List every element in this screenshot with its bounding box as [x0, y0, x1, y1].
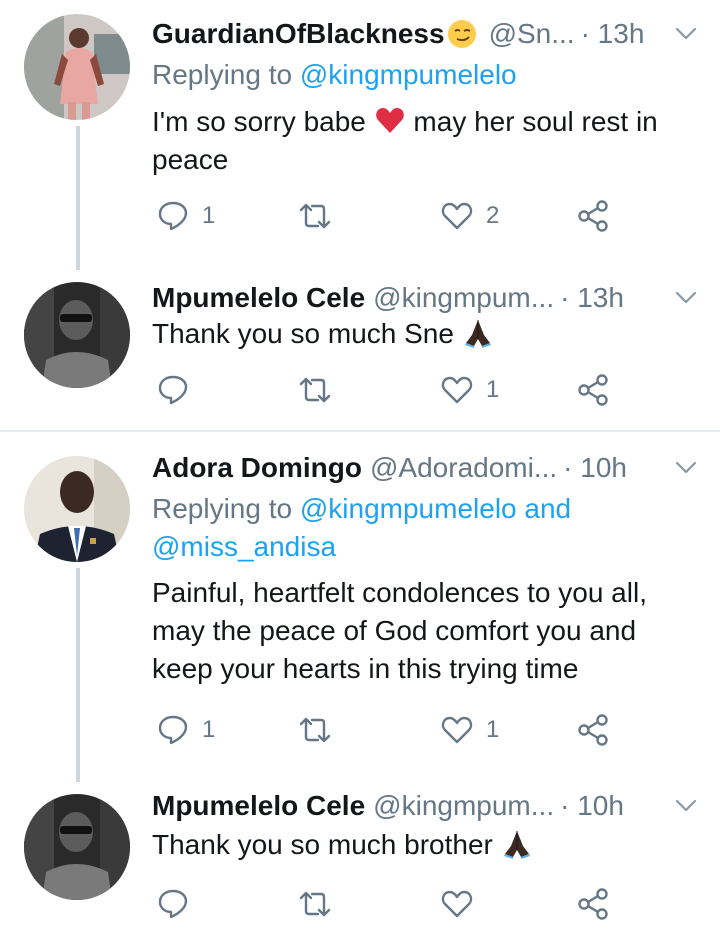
avatar[interactable]: [24, 456, 130, 562]
share-icon: [578, 200, 608, 232]
tweet-actions: 1 1: [152, 710, 632, 750]
folded-hands-icon: [464, 320, 491, 348]
tweet-adora[interactable]: Adora Domingo @Adoradomi... · 10h Replyi…: [0, 432, 720, 782]
replying-label: Replying to: [152, 493, 293, 524]
timestamp[interactable]: · 10h: [563, 452, 627, 484]
reply-icon: [158, 201, 188, 231]
share-icon: [578, 888, 608, 920]
avatar-photo-guardian: [24, 14, 130, 120]
tweet-text-part1: I'm so sorry babe: [152, 106, 366, 137]
retweet-icon: [299, 377, 331, 403]
tweet-actions: 1 2: [152, 196, 632, 236]
reply-button[interactable]: 1: [156, 710, 215, 750]
tweet-text: Painful, heartfelt condolences to you al…: [152, 577, 647, 684]
folded-hands-icon: [503, 831, 530, 859]
replying-to: Replying to @kingmpumelelo: [152, 56, 700, 94]
mention-link[interactable]: @kingmpumelelo: [300, 59, 517, 90]
avatar-photo-mpumelelo: [24, 282, 130, 388]
like-count: 1: [486, 376, 500, 403]
like-button[interactable]: 2: [440, 196, 499, 236]
retweet-button[interactable]: [298, 884, 344, 924]
tweet-text-part1: Thank you so much Sne: [152, 318, 462, 349]
reply-count: 1: [202, 716, 216, 743]
tweet-actions: [152, 884, 632, 924]
tweet-text: Thank you so much brother: [152, 826, 698, 864]
share-button[interactable]: [576, 710, 610, 750]
chevron-down-icon[interactable]: [672, 284, 700, 312]
like-button[interactable]: 1: [440, 370, 499, 410]
avatar[interactable]: [24, 282, 130, 388]
retweet-button[interactable]: [298, 196, 344, 236]
retweet-icon: [299, 203, 331, 229]
tweet-guardian[interactable]: GuardianOfBlackness @Sn... · 13h Replyin…: [0, 0, 720, 270]
tweet-mpumelelo-1[interactable]: Mpumelelo Cele @kingmpum... · 13h Thank …: [0, 270, 720, 430]
smirk-emoji-icon: [447, 20, 476, 48]
retweet-button[interactable]: [298, 370, 344, 410]
avatar[interactable]: [24, 794, 130, 900]
reply-button[interactable]: [156, 884, 202, 924]
like-count: 2: [486, 202, 500, 229]
retweet-button[interactable]: [298, 710, 344, 750]
reply-icon: [158, 375, 188, 405]
heart-icon: [441, 890, 473, 918]
tweet-header: Mpumelelo Cele @kingmpum... · 10h: [152, 786, 700, 826]
tweet-header: Mpumelelo Cele @kingmpum... · 13h: [152, 278, 700, 318]
chevron-down-icon[interactable]: [672, 454, 700, 482]
avatar-photo-adora: [24, 456, 130, 562]
avatar-photo-mpumelelo: [24, 794, 130, 900]
reply-icon: [158, 889, 188, 919]
user-handle[interactable]: @kingmpum...: [373, 790, 554, 822]
like-count: 1: [486, 716, 500, 743]
red-heart-icon: [375, 108, 404, 133]
user-handle[interactable]: @Adoradomi...: [370, 452, 557, 484]
share-button[interactable]: [576, 884, 610, 924]
replying-to: Replying to @kingmpumelelo and @miss_and…: [152, 490, 700, 566]
tweet-text: Thank you so much Sne: [152, 315, 698, 353]
timestamp[interactable]: · 10h: [560, 790, 624, 822]
thread-line: [76, 126, 80, 270]
thread-line: [76, 568, 80, 782]
display-name[interactable]: GuardianOfBlackness: [152, 18, 445, 50]
timestamp[interactable]: · 13h: [581, 18, 645, 50]
timestamp[interactable]: · 13h: [560, 282, 624, 314]
heart-icon: [441, 202, 473, 230]
display-name[interactable]: Mpumelelo Cele: [152, 790, 365, 822]
display-name[interactable]: Mpumelelo Cele: [152, 282, 365, 314]
reply-count: 1: [202, 202, 216, 229]
share-icon: [578, 374, 608, 406]
tweet-actions: 1: [152, 370, 632, 410]
like-button[interactable]: 1: [440, 710, 499, 750]
tweet-header: Adora Domingo @Adoradomi... · 10h: [152, 448, 700, 488]
share-icon: [578, 714, 608, 746]
avatar[interactable]: [24, 14, 130, 120]
user-handle[interactable]: @Sn...: [489, 18, 575, 50]
reply-button[interactable]: 1: [156, 196, 215, 236]
tweet-header: GuardianOfBlackness @Sn... · 13h: [152, 14, 700, 54]
chevron-down-icon[interactable]: [672, 20, 700, 48]
reply-button[interactable]: [156, 370, 202, 410]
like-button[interactable]: [440, 884, 486, 924]
tweet-mpumelelo-2[interactable]: Mpumelelo Cele @kingmpum... · 10h Thank …: [0, 782, 720, 933]
retweet-icon: [299, 891, 331, 917]
reply-icon: [158, 715, 188, 745]
retweet-icon: [299, 717, 331, 743]
tweet-text: I'm so sorry babe may her soul rest in p…: [152, 103, 698, 179]
heart-icon: [441, 716, 473, 744]
chevron-down-icon[interactable]: [672, 792, 700, 820]
tweet-text-part1: Thank you so much brother: [152, 829, 501, 860]
heart-icon: [441, 376, 473, 404]
display-name[interactable]: Adora Domingo: [152, 452, 362, 484]
user-handle[interactable]: @kingmpum...: [373, 282, 554, 314]
share-button[interactable]: [576, 370, 610, 410]
replying-label: Replying to: [152, 59, 293, 90]
share-button[interactable]: [576, 196, 610, 236]
